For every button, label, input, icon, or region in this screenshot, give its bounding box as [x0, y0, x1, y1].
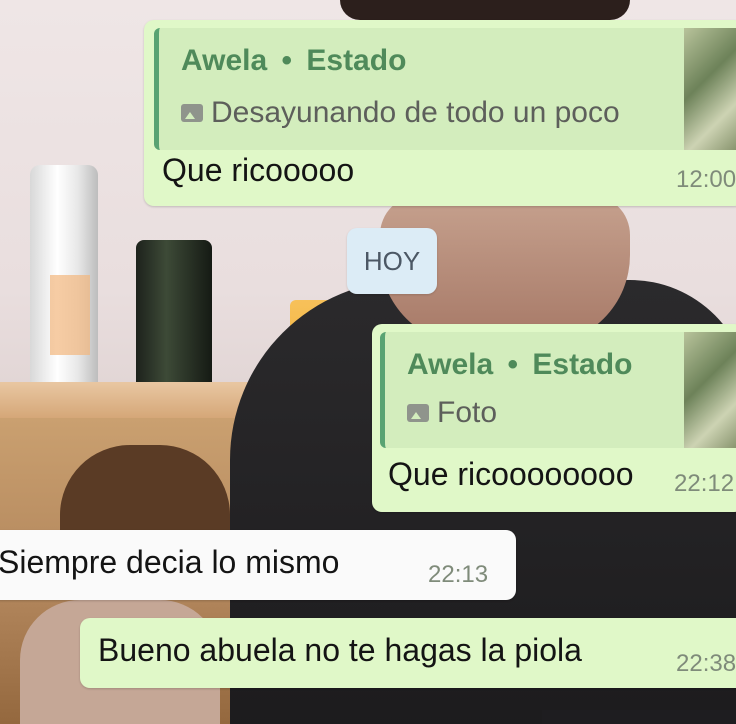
message-text: Siempre decia lo mismo [0, 544, 340, 580]
reply-thumbnail [684, 332, 736, 448]
reply-sender: Awela [181, 44, 268, 77]
message-time: 22:13 [428, 561, 489, 588]
reply-separator: • [281, 44, 293, 77]
date-chip: HOY [347, 228, 437, 294]
message-bubble-4[interactable]: Bueno abuela no te hagas la piola 22:38 [80, 618, 736, 688]
photo-icon [407, 404, 429, 422]
message-time: 22:12 [674, 470, 735, 497]
message-text: Que ricooooo [162, 152, 355, 188]
reply-preview-label: Foto [437, 396, 498, 429]
reply-sender: Awela [407, 348, 494, 381]
reply-preview-2[interactable]: Awela • Estado Foto [380, 332, 736, 448]
reply-preview-text: Desayunando de todo un poco [181, 96, 620, 130]
reply-preview-1[interactable]: Awela • Estado Desayunando de todo un po… [154, 28, 736, 150]
message-bubble-3[interactable]: Siempre decia lo mismo 22:13 [0, 530, 516, 600]
white-can [30, 165, 98, 390]
reply-preview-text: Foto [407, 396, 497, 430]
reply-type: Estado [532, 348, 633, 381]
message-bubble-2[interactable]: Awela • Estado Foto Que ricoooooooo 22:1… [372, 324, 736, 512]
reply-separator: • [507, 348, 519, 381]
dark-object [542, 710, 736, 724]
message-time: 12:00 [676, 166, 736, 193]
reply-preview-label: Desayunando de todo un poco [211, 96, 620, 129]
photo-icon [181, 104, 203, 122]
reply-header: Awela • Estado [181, 44, 406, 78]
reply-header: Awela • Estado [407, 348, 632, 382]
message-text: Que ricoooooooo [388, 456, 634, 492]
message-text: Bueno abuela no te hagas la piola [98, 632, 582, 668]
person-hair [340, 0, 630, 20]
message-bubble-1[interactable]: Awela • Estado Desayunando de todo un po… [144, 20, 736, 206]
message-time: 22:38 [676, 650, 736, 677]
reply-type: Estado [306, 44, 407, 77]
reply-thumbnail [684, 28, 736, 150]
